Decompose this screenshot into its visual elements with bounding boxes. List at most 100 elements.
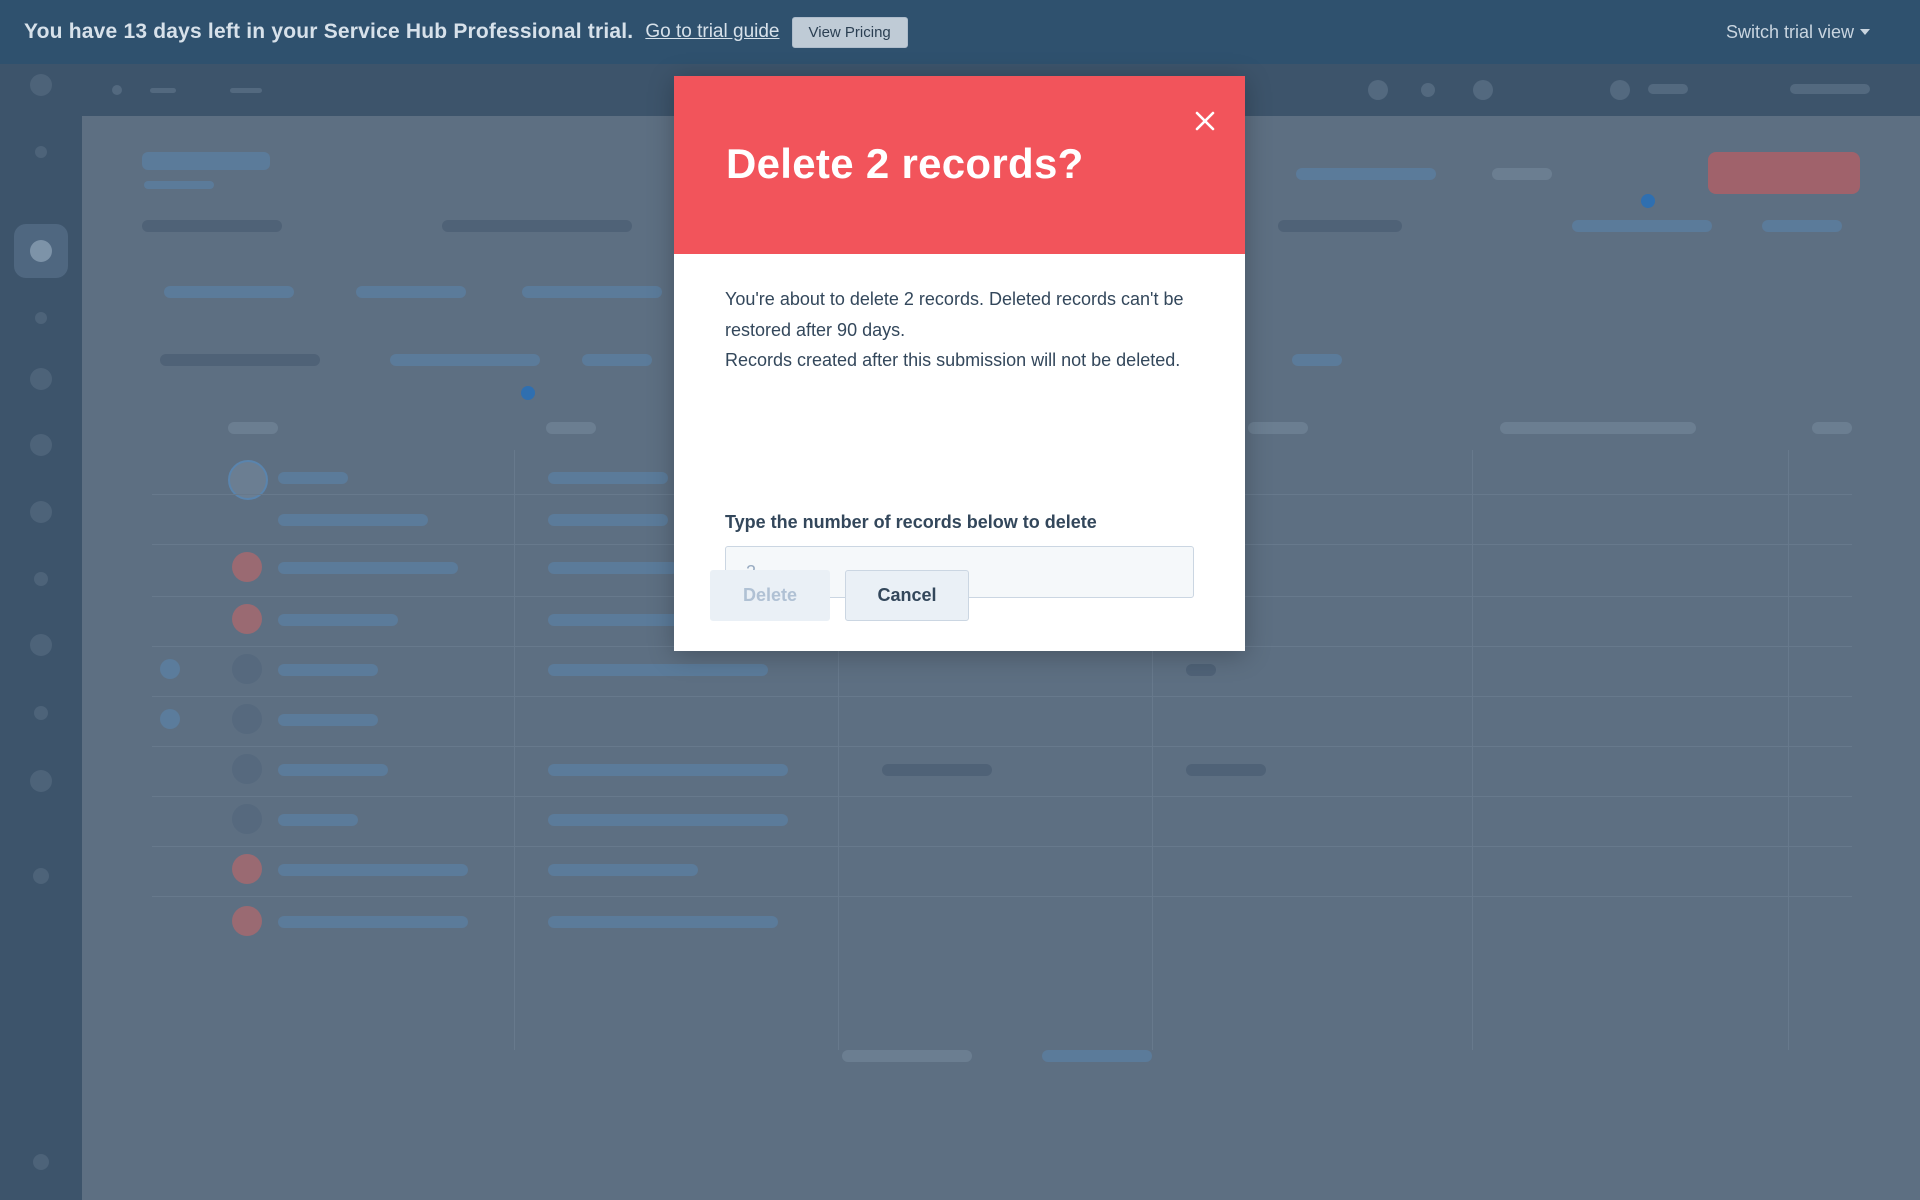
column-header-placeholder bbox=[1500, 422, 1696, 434]
dialog-warning-text: You're about to delete 2 records. Delete… bbox=[725, 289, 1184, 340]
sidebar-icon bbox=[30, 434, 52, 456]
toolbar-placeholder bbox=[1492, 168, 1552, 180]
row-placeholder bbox=[548, 514, 668, 526]
dialog-header: Delete 2 records? bbox=[674, 76, 1245, 254]
sidebar-icon bbox=[14, 224, 68, 278]
toolbar-placeholder bbox=[1296, 168, 1436, 180]
row-divider bbox=[152, 796, 1852, 797]
nav-item bbox=[1648, 84, 1688, 94]
trial-message: You have 13 days left in your Service Hu… bbox=[24, 20, 634, 43]
avatar bbox=[232, 654, 262, 684]
row-divider bbox=[152, 746, 1852, 747]
row-placeholder bbox=[548, 864, 698, 876]
pagination-placeholder bbox=[1042, 1050, 1152, 1062]
row-placeholder bbox=[1186, 764, 1266, 776]
row-placeholder bbox=[278, 916, 468, 928]
avatar bbox=[232, 754, 262, 784]
filter-placeholder bbox=[160, 354, 320, 366]
nav-item bbox=[230, 88, 262, 93]
row-placeholder bbox=[278, 814, 358, 826]
sidebar-logo-icon bbox=[30, 74, 52, 96]
sidebar-icon bbox=[33, 868, 49, 884]
row-placeholder bbox=[548, 472, 668, 484]
sidebar-icon bbox=[30, 770, 52, 792]
delete-records-dialog: Delete 2 records? You're about to delete… bbox=[674, 76, 1245, 651]
close-button[interactable] bbox=[1188, 104, 1222, 138]
column-header-placeholder bbox=[228, 422, 278, 434]
sidebar-icon bbox=[30, 501, 52, 523]
row-placeholder bbox=[278, 714, 378, 726]
sidebar bbox=[0, 64, 82, 1200]
sidebar-icon bbox=[33, 1154, 49, 1170]
filter-placeholder bbox=[1762, 220, 1842, 232]
filter-placeholder bbox=[1278, 220, 1402, 232]
filter-placeholder bbox=[390, 354, 540, 366]
avatar bbox=[232, 906, 262, 936]
sidebar-icon bbox=[34, 706, 48, 720]
pagination-placeholder bbox=[842, 1050, 972, 1062]
record-count-label: Type the number of records below to dele… bbox=[725, 512, 1097, 532]
column-divider bbox=[514, 450, 515, 1050]
row-placeholder bbox=[548, 562, 678, 574]
row-checkbox bbox=[160, 709, 180, 729]
sidebar-icon bbox=[35, 312, 47, 324]
switch-trial-view-dropdown[interactable]: Switch trial view bbox=[1726, 22, 1896, 43]
switch-trial-view-label: Switch trial view bbox=[1725, 21, 1854, 42]
filter-placeholder bbox=[1572, 220, 1712, 232]
row-placeholder bbox=[548, 764, 788, 776]
nav-icon bbox=[1473, 80, 1493, 100]
close-icon bbox=[1195, 111, 1215, 131]
row-placeholder bbox=[278, 472, 348, 484]
row-placeholder bbox=[278, 664, 378, 676]
dialog-title: Delete 2 records? bbox=[726, 140, 1084, 187]
avatar bbox=[232, 604, 262, 634]
row-placeholder bbox=[548, 916, 778, 928]
delete-button[interactable]: Delete bbox=[710, 570, 830, 621]
row-placeholder bbox=[278, 514, 428, 526]
filter-placeholder bbox=[356, 286, 466, 298]
row-placeholder bbox=[278, 614, 398, 626]
trial-guide-link[interactable]: Go to trial guide bbox=[645, 21, 779, 43]
row-placeholder bbox=[278, 864, 468, 876]
page-title-placeholder bbox=[142, 152, 270, 170]
chevron-down-icon bbox=[1860, 29, 1870, 35]
avatar bbox=[1610, 80, 1630, 100]
row-checkbox bbox=[160, 659, 180, 679]
column-divider bbox=[1472, 450, 1473, 1050]
dialog-note-text: Records created after this submission wi… bbox=[725, 350, 1181, 370]
notification-dot bbox=[521, 386, 535, 400]
filter-placeholder bbox=[582, 354, 652, 366]
row-placeholder bbox=[548, 664, 768, 676]
trial-banner: You have 13 days left in your Service Hu… bbox=[0, 0, 1920, 64]
nav-item bbox=[150, 88, 176, 93]
column-divider bbox=[1788, 450, 1789, 1050]
avatar bbox=[232, 854, 262, 884]
row-divider bbox=[152, 846, 1852, 847]
sidebar-icon bbox=[30, 368, 52, 390]
row-placeholder bbox=[278, 764, 388, 776]
filter-placeholder bbox=[1292, 354, 1342, 366]
cancel-button[interactable]: Cancel bbox=[845, 570, 969, 621]
sidebar-icon bbox=[34, 572, 48, 586]
avatar bbox=[232, 704, 262, 734]
column-header-placeholder bbox=[546, 422, 596, 434]
dialog-body: You're about to delete 2 records. Delete… bbox=[725, 284, 1195, 376]
nav-icon bbox=[1421, 83, 1435, 97]
column-header-placeholder bbox=[1248, 422, 1308, 434]
column-header-placeholder bbox=[1812, 422, 1852, 434]
filter-placeholder bbox=[164, 286, 294, 298]
avatar bbox=[232, 804, 262, 834]
notification-dot bbox=[1641, 194, 1655, 208]
filter-placeholder bbox=[522, 286, 662, 298]
row-divider bbox=[152, 696, 1852, 697]
nav-item bbox=[1790, 84, 1870, 94]
row-divider bbox=[152, 896, 1852, 897]
view-pricing-button[interactable]: View Pricing bbox=[791, 16, 908, 48]
sidebar-icon bbox=[35, 146, 47, 158]
row-placeholder bbox=[278, 562, 458, 574]
nav-icon bbox=[1368, 80, 1388, 100]
row-placeholder bbox=[882, 764, 992, 776]
filter-placeholder bbox=[142, 220, 282, 232]
sidebar-icon bbox=[30, 634, 52, 656]
create-button-placeholder bbox=[1708, 152, 1860, 194]
